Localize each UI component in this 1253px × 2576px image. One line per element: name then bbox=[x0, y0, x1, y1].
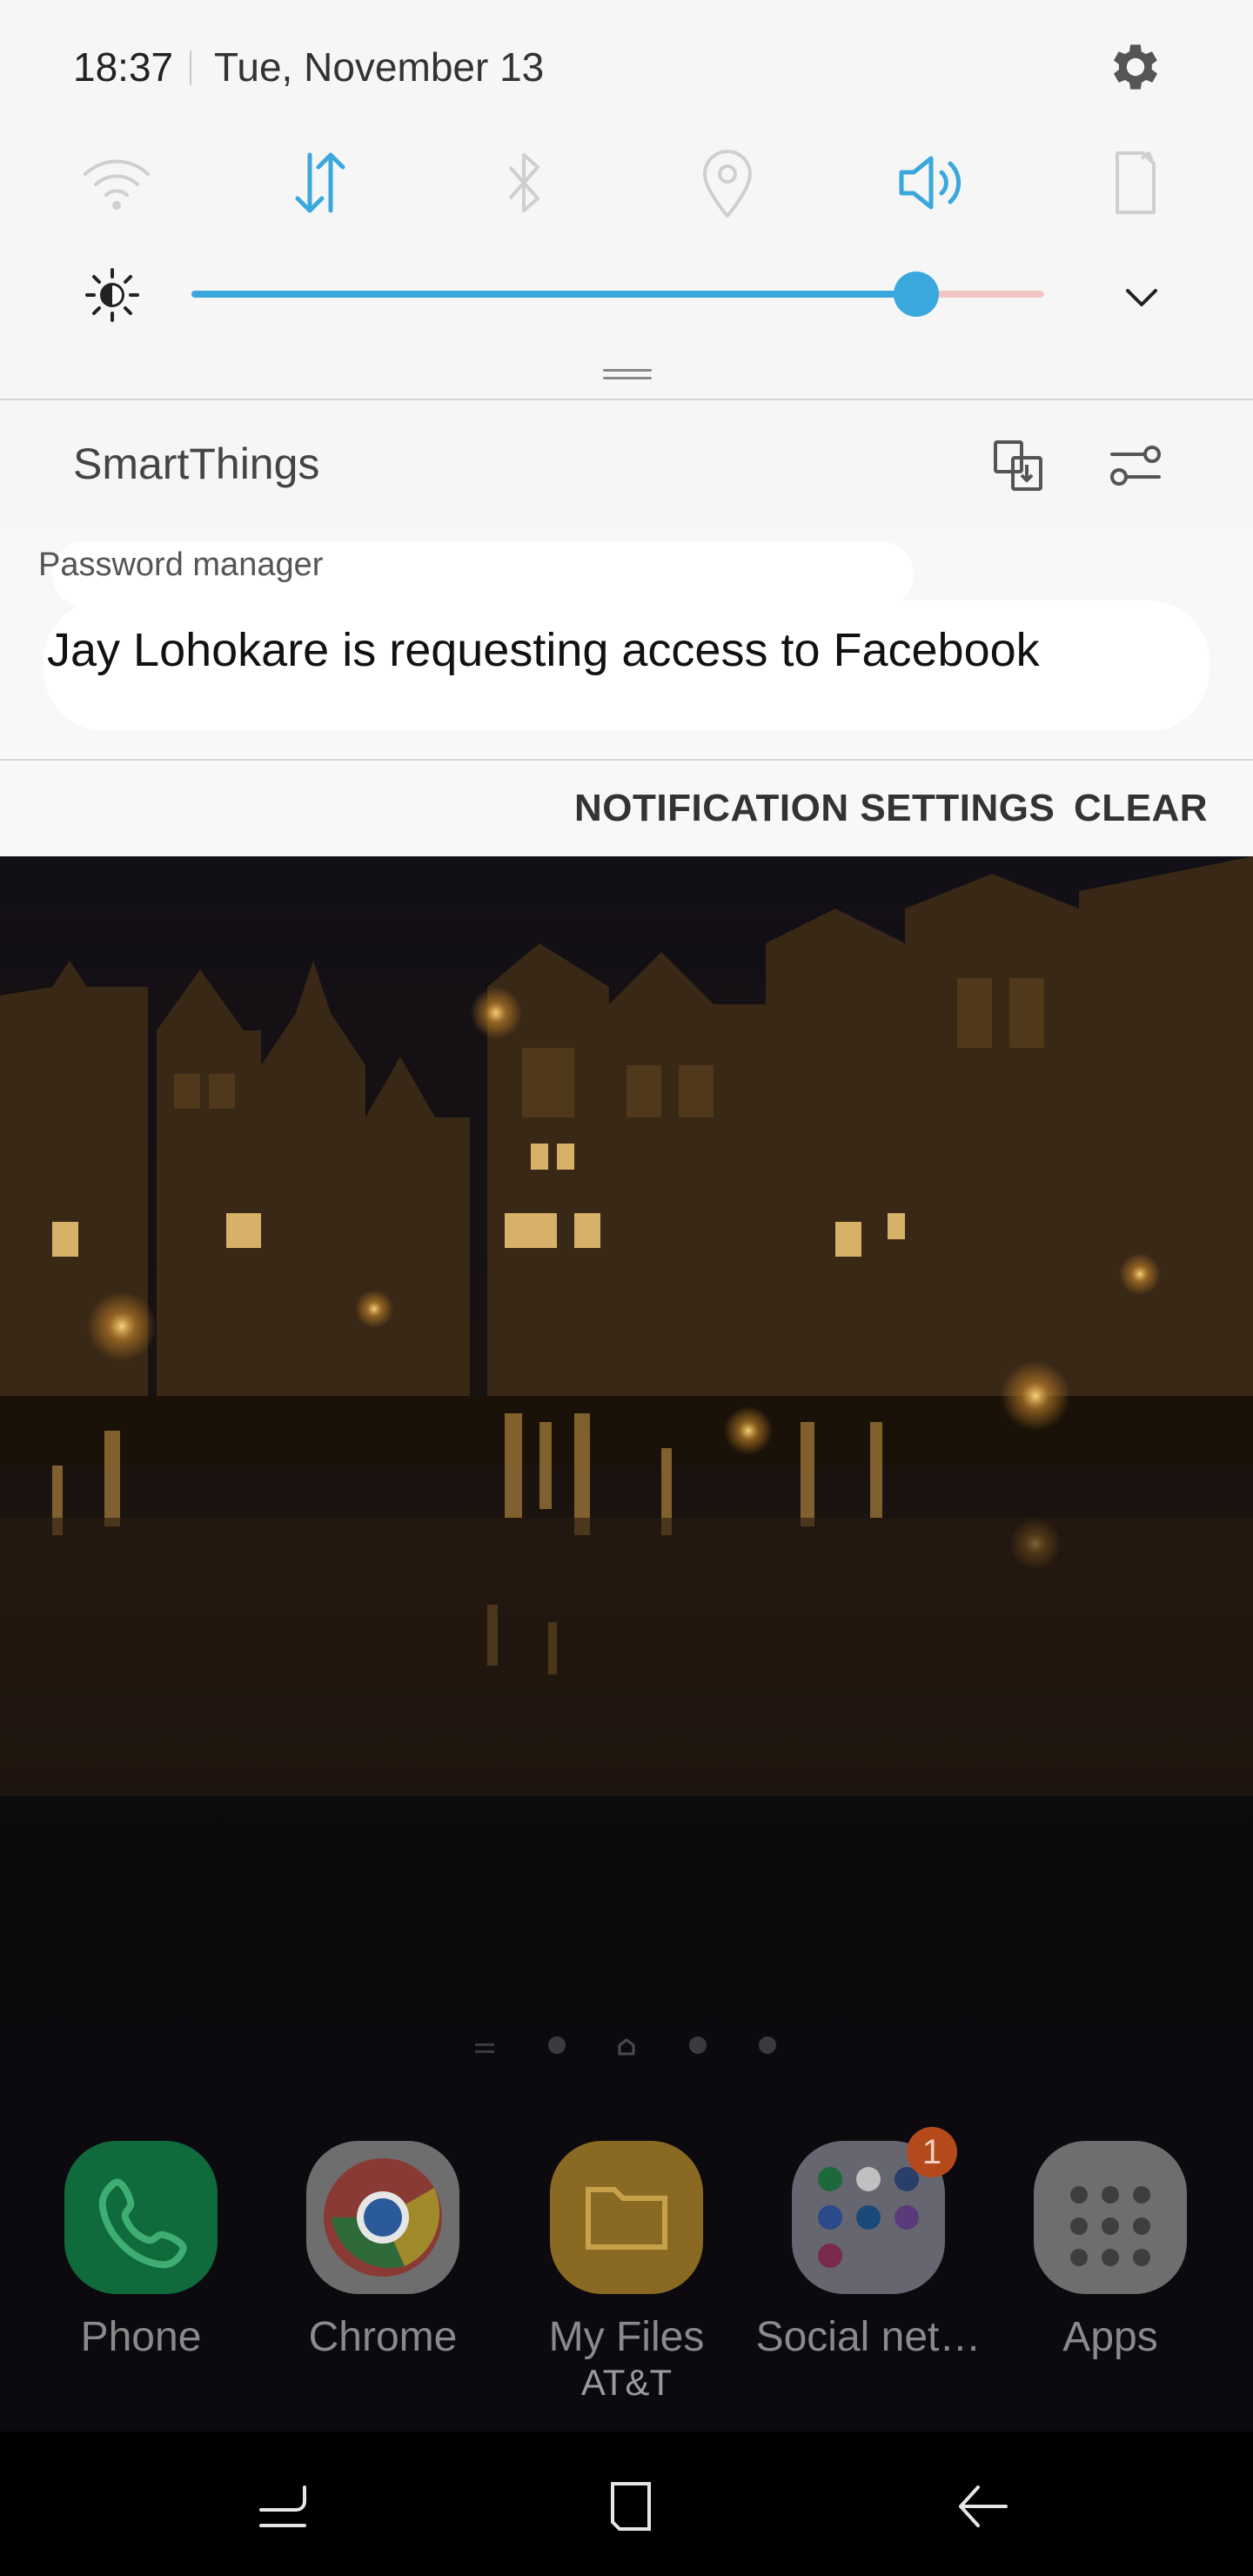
sound-icon[interactable] bbox=[888, 139, 975, 226]
mobile-data-icon[interactable] bbox=[277, 139, 364, 226]
device-share-icon[interactable] bbox=[988, 435, 1049, 496]
date: Tue, November 13 bbox=[214, 44, 545, 90]
notification-app-name: Password manager bbox=[38, 547, 324, 583]
wifi-icon[interactable] bbox=[73, 139, 160, 226]
chrome-app-label: Chrome bbox=[308, 2314, 458, 2360]
quick-panel: 18:37 Tue, November 13 bbox=[0, 0, 1253, 399]
page-dot bbox=[689, 2036, 707, 2054]
notification-badge: 1 bbox=[907, 2127, 957, 2177]
settings-gear-icon[interactable] bbox=[1105, 37, 1166, 97]
page-dot bbox=[759, 2036, 776, 2054]
carrier-name: AT&T bbox=[580, 2362, 673, 2403]
location-icon[interactable] bbox=[684, 139, 771, 226]
panel-drag-handle[interactable] bbox=[603, 369, 652, 381]
page-list-icon bbox=[475, 2043, 494, 2057]
notification-actions: NOTIFICATION SETTINGS CLEAR bbox=[0, 759, 1253, 858]
smartthings-bar: SmartThings bbox=[0, 399, 1253, 529]
smartthings-settings-icon[interactable] bbox=[1105, 435, 1166, 496]
files-app-label: My Files bbox=[548, 2314, 705, 2360]
notification-text: Jay Lohokare is requesting access to Fac… bbox=[47, 624, 1040, 676]
folder-app-icon[interactable] bbox=[550, 2141, 703, 2294]
navigation-bar bbox=[0, 2432, 1253, 2576]
back-button[interactable] bbox=[952, 2475, 1013, 2536]
page-dot bbox=[548, 2036, 566, 2054]
divider bbox=[190, 50, 191, 85]
chrome-app-icon[interactable] bbox=[306, 2141, 459, 2294]
phone-app-icon[interactable] bbox=[64, 2141, 218, 2294]
brightness-slider-fill bbox=[191, 291, 916, 298]
bluetooth-icon[interactable] bbox=[480, 139, 567, 226]
recents-button[interactable] bbox=[252, 2475, 313, 2536]
clear-button[interactable]: CLEAR bbox=[1074, 787, 1208, 830]
clock: 18:37 bbox=[73, 44, 174, 90]
brightness-slider-thumb[interactable] bbox=[894, 272, 939, 317]
brightness-slider[interactable] bbox=[191, 272, 1044, 317]
phone-app-label: Phone bbox=[80, 2314, 202, 2360]
smartthings-title: SmartThings bbox=[73, 439, 320, 488]
apps-grid-icon[interactable] bbox=[1034, 2141, 1187, 2294]
notification-settings-button[interactable]: NOTIFICATION SETTINGS bbox=[574, 787, 1055, 830]
brightness-icon bbox=[84, 266, 141, 324]
home-page-icon bbox=[616, 2036, 637, 2057]
chevron-down-icon[interactable] bbox=[1117, 273, 1166, 322]
apps-label: Apps bbox=[1062, 2314, 1158, 2360]
auto-rotate-icon[interactable] bbox=[1091, 139, 1178, 226]
home-button[interactable] bbox=[600, 2475, 661, 2536]
notification-card[interactable]: Password manager Jay Lohokare is request… bbox=[0, 527, 1253, 759]
social-folder-label: Social net… bbox=[755, 2314, 982, 2360]
